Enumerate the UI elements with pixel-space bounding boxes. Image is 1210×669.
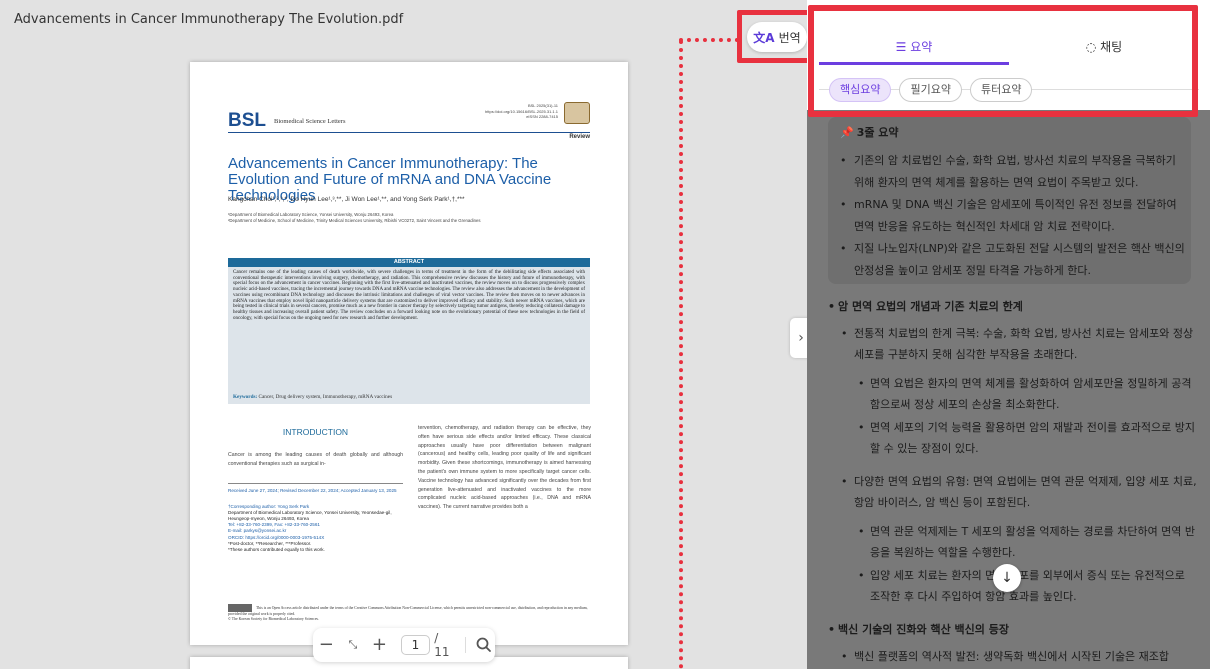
pin-icon: 📌: [840, 126, 854, 139]
section-title: 백신 기술의 진화와 핵산 백신의 등장: [828, 619, 1198, 640]
summary-item: mRNA 및 DNA 백신 기술은 암세포에 특이적인 유전 정보를 전달하여 …: [840, 194, 1185, 238]
list-item: 전통적 치료법의 한계 극복: 수술, 화학 요법, 방사선 치료는 암세포와 …: [828, 323, 1198, 365]
header-rule: [228, 132, 590, 133]
abstract-heading: ABSTRACT: [228, 258, 590, 267]
three-line-summary-list: 기존의 암 치료법인 수술, 화학 요법, 방사선 치료의 부작용을 극복하기 …: [840, 150, 1185, 282]
fit-page-button[interactable]: ⤡: [340, 628, 367, 662]
licence-note: This is an Open Access article distribut…: [228, 604, 588, 621]
intro-text: Cancer is among the leading causes of de…: [228, 452, 403, 467]
highlight-connector: [679, 38, 739, 42]
list-item: 면역 요법은 환자의 면역 체계를 활성화하여 암세포만을 정밀하게 공격함으로…: [828, 373, 1198, 415]
zoom-out-button[interactable]: −: [313, 628, 340, 662]
document-title: Advancements in Cancer Immunotherapy The…: [14, 12, 404, 27]
highlight-box-panel: [808, 5, 1198, 117]
journal-logo: BSL: [228, 110, 266, 131]
journal-header: BSL Biomedical Science Letters BSL 2025(…: [228, 102, 590, 134]
list-item: 면역 세포의 기억 능력을 활용하면 암의 재발과 전이를 효과적으로 방지할 …: [828, 417, 1198, 459]
journal-crest-icon: [564, 102, 590, 124]
received-dates: Received June 27, 2024; Revised December…: [228, 482, 403, 494]
pdf-toolbar: − ⤡ + 1 / 11: [313, 628, 495, 662]
paper-authors: Kangchan Choi¹,²,³,*, Do Hyun Lee¹,³,**,…: [228, 196, 465, 203]
page-number-input[interactable]: 1: [400, 635, 431, 655]
journal-meta: BSL 2025(31)-11 https://doi.org/10.15616…: [485, 103, 558, 119]
abstract-box: ABSTRACT Cancer remains one of the leadi…: [228, 258, 590, 404]
left-column: INTRODUCTION Cancer is among the leading…: [228, 424, 403, 553]
corresponding-info: †Corresponding author: Yong Serk Park De…: [228, 503, 392, 553]
three-line-summary-title: 📌 3줄 요약: [840, 126, 899, 139]
body-text: tervention, chemotherapy, and radiation …: [418, 425, 591, 511]
list-item: 면역 관문 억제제는 T 세포의 활성을 억제하는 경로를 차단하여 면역 반응…: [828, 521, 1198, 563]
scroll-down-button[interactable]: ↓: [993, 564, 1021, 592]
summary-item: 지질 나노입자(LNP)와 같은 고도화된 전달 시스템의 발전은 핵산 백신의…: [840, 238, 1185, 282]
page-total: / 11: [434, 631, 450, 659]
intro-heading: INTRODUCTION: [282, 427, 349, 437]
highlight-box-translate: [737, 10, 815, 63]
list-item: 다양한 면역 요법의 유형: 면역 요법에는 면역 관문 억제제, 입양 세포 …: [828, 471, 1198, 513]
summary-content: 암 면역 요법의 개념과 기존 치료의 한계 전통적 치료법의 한계 극복: 수…: [828, 296, 1198, 669]
pdf-page: BSL Biomedical Science Letters BSL 2025(…: [190, 62, 628, 645]
list-item: 백신 플랫폼의 역사적 발전: 생약독화 백신에서 시작된 기술은 재조합: [828, 646, 1198, 667]
abstract-text: Cancer remains one of the leading causes…: [233, 270, 585, 321]
keywords: Keywords: Cancer, Drug delivery system, …: [233, 394, 393, 400]
cc-license-icon: [228, 604, 252, 612]
right-column: tervention, chemotherapy, and radiation …: [418, 424, 591, 512]
summary-item: 기존의 암 치료법인 수술, 화학 요법, 방사선 치료의 부작용을 극복하기 …: [840, 150, 1185, 194]
highlight-divider: [679, 40, 683, 669]
search-icon[interactable]: [473, 634, 495, 656]
pdf-viewer: Advancements in Cancer Immunotherapy The…: [0, 0, 807, 669]
zoom-in-button[interactable]: +: [366, 628, 393, 662]
journal-name: Biomedical Science Letters: [274, 118, 346, 125]
article-type: Review: [569, 134, 590, 140]
section-title: 암 면역 요법의 개념과 기존 치료의 한계: [828, 296, 1198, 317]
toolbar-divider: [465, 637, 466, 653]
paper-affiliations: ¹Department of Biomedical Laboratory Sci…: [228, 212, 481, 223]
